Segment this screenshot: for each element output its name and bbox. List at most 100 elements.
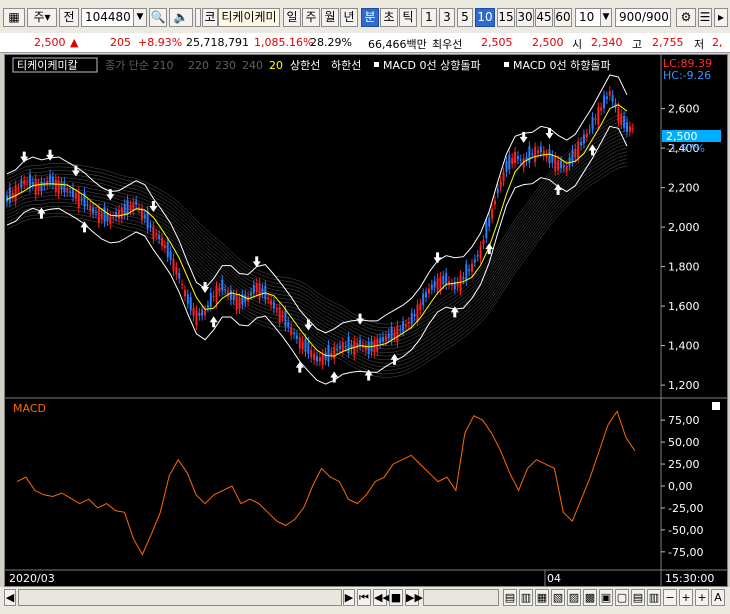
interval-30[interactable]: 30	[516, 8, 534, 27]
candle-body	[493, 200, 496, 205]
best-bid: 2,500	[532, 36, 564, 49]
period-tick[interactable]: 틱	[399, 8, 417, 27]
candle-body	[28, 174, 31, 188]
scroll-buttons[interactable]	[195, 8, 201, 27]
stock-name[interactable]: 티케이케미	[218, 8, 280, 27]
candle-body	[307, 341, 310, 355]
candle-body	[382, 336, 385, 342]
count-dropdown-button[interactable]: ▼	[600, 8, 612, 27]
tool-icon-4[interactable]: ▧	[551, 589, 565, 606]
candle-body	[471, 263, 473, 272]
candle-body	[462, 276, 465, 280]
period-year[interactable]: 년	[340, 8, 358, 27]
macd-tick-label: 50,00	[668, 436, 700, 449]
tool-icon-9[interactable]: ▤	[631, 589, 645, 606]
period-week[interactable]: 주	[302, 8, 320, 27]
candle-body	[304, 338, 307, 352]
price-tick-label: 1,400	[668, 340, 700, 353]
candle-body	[152, 226, 155, 239]
speaker-icon[interactable]: 🔈	[169, 8, 193, 27]
chart-canvas[interactable]: 티케이케미칼 종가 단순 210 220 230 240 20 상한선 하한선 …	[5, 55, 727, 586]
candle-body	[232, 294, 235, 301]
horizontal-scrollbar[interactable]	[18, 589, 342, 606]
scroll-right-button[interactable]: ▶	[343, 589, 355, 606]
candle-body	[439, 276, 442, 290]
first-page-icon[interactable]: ⏮	[357, 589, 371, 606]
macd-title: MACD	[13, 402, 46, 415]
interval-15[interactable]: 15	[497, 8, 515, 27]
scope-button[interactable]: 전	[59, 8, 79, 27]
interval-10[interactable]: 10	[475, 8, 495, 27]
legend-macd-down: MACD 0선 하향돌파	[513, 58, 611, 72]
tool-icon-5[interactable]: ▨	[567, 589, 581, 606]
tool-icon-2[interactable]: ▥	[519, 589, 533, 606]
font-icon[interactable]: A	[711, 589, 725, 606]
candle-body	[206, 305, 209, 308]
prev-page-icon[interactable]: ◀◀	[373, 589, 391, 606]
candle-body	[499, 181, 502, 188]
scroll-left-button[interactable]: ◀	[4, 589, 16, 606]
zoom-in-icon[interactable]: +	[679, 589, 693, 606]
candle-body	[26, 182, 29, 184]
zoom-slider[interactable]	[423, 589, 499, 606]
candle-body	[588, 129, 591, 131]
interval-45[interactable]: 45	[535, 8, 553, 27]
candle-body	[479, 245, 482, 259]
period-month[interactable]: 월	[321, 8, 339, 27]
candle-body	[129, 205, 132, 211]
candle-body	[270, 300, 273, 305]
legend-marker-up	[374, 62, 379, 67]
mode-select[interactable]: 주▾	[27, 8, 57, 27]
search-icon[interactable]: 🔍	[149, 8, 167, 27]
candle-body	[324, 352, 327, 361]
stop-icon[interactable]: ■	[389, 589, 403, 606]
tool-icon-7[interactable]: ▣	[599, 589, 613, 606]
candle-body	[327, 345, 330, 362]
icon-grid-button[interactable]: ▦	[3, 8, 25, 27]
hc-value: HC:-9.26	[663, 69, 711, 82]
chart-area[interactable]: 티케이케미칼 종가 단순 210 220 230 240 20 상한선 하한선 …	[4, 54, 728, 587]
tool-icon-3[interactable]: ▦	[535, 589, 549, 606]
zoom-out-icon[interactable]: −	[663, 589, 677, 606]
price-tick-label: 1,600	[668, 300, 700, 313]
settings-icon[interactable]: ⚙	[676, 8, 696, 27]
interval-3[interactable]: 3	[439, 8, 455, 27]
fit-icon[interactable]: +	[695, 589, 709, 606]
interval-5[interactable]: 5	[457, 8, 473, 27]
candle-body	[468, 269, 471, 272]
candle-body	[528, 146, 531, 163]
period-minute[interactable]: 분	[361, 8, 379, 27]
code-dropdown-button[interactable]: ▼	[133, 8, 147, 27]
volume-ratio: 1,085.16%	[254, 36, 314, 49]
candle-body	[123, 204, 126, 215]
period-second[interactable]: 초	[380, 8, 398, 27]
expand-icon[interactable]: ▸	[714, 8, 728, 27]
interval-60[interactable]: 60	[554, 8, 572, 27]
candle-body	[404, 324, 407, 327]
market-prefix[interactable]: 코	[202, 8, 218, 27]
candle-body	[8, 187, 11, 203]
candle-body	[548, 149, 551, 164]
low-label: 저	[694, 38, 705, 51]
period-day[interactable]: 일	[283, 8, 301, 27]
candle-body	[347, 336, 350, 354]
candle-body	[178, 272, 181, 279]
candle-body	[473, 259, 476, 263]
candle-body	[393, 331, 396, 337]
config-icon[interactable]: ☰	[698, 8, 712, 27]
candle-body	[603, 95, 606, 109]
next-page-icon[interactable]: ▶▶	[405, 589, 423, 606]
candle-body	[336, 348, 339, 350]
price-panel[interactable]	[5, 55, 661, 398]
candle-body	[537, 150, 540, 154]
tool-icon-10[interactable]: ▥	[647, 589, 661, 606]
range-field[interactable]: 900/900	[615, 8, 671, 27]
macd-axis: 75,00 50,00 25,00 0,00 -25,00 -50,00 -75,00	[661, 414, 703, 559]
interval-1[interactable]: 1	[421, 8, 437, 27]
candle-body	[181, 284, 184, 286]
macd-panel-close-icon[interactable]	[712, 402, 720, 410]
legend-ma-210: 종가 단순 210	[105, 59, 173, 72]
tool-icon-8[interactable]: ▢	[615, 589, 629, 606]
tool-icon-6[interactable]: ▩	[583, 589, 597, 606]
tool-icon-1[interactable]: ▤	[503, 589, 517, 606]
